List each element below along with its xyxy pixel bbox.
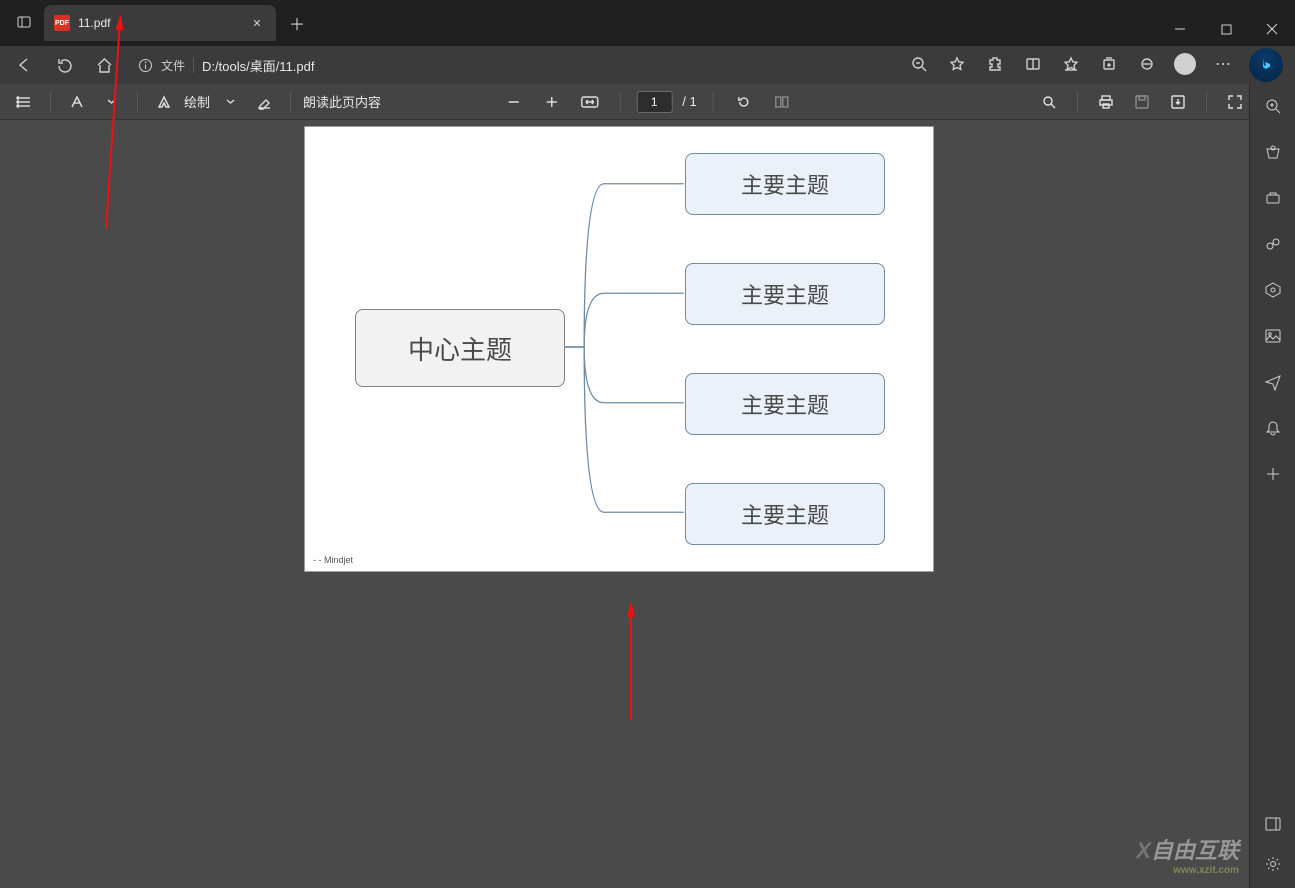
- separator: [50, 92, 51, 112]
- profile-button[interactable]: [1167, 48, 1203, 80]
- refresh-button[interactable]: [46, 49, 82, 81]
- maximize-button[interactable]: [1203, 12, 1249, 46]
- close-tab-button[interactable]: ✕: [248, 14, 266, 32]
- extensions-button[interactable]: [977, 48, 1013, 80]
- separator: [1077, 92, 1078, 112]
- zoom-indicator-icon[interactable]: [901, 48, 937, 80]
- side-settings-button[interactable]: [1261, 852, 1285, 876]
- favorites-list-button[interactable]: [1053, 48, 1089, 80]
- mindmap-center-node: 中心主题: [355, 309, 565, 387]
- separator: [193, 57, 194, 73]
- pdf-viewer[interactable]: 中心主题 主要主题 主要主题 主要主题 主要主题 - - Mindjet: [0, 120, 1249, 888]
- more-button[interactable]: ⋯: [1205, 48, 1241, 80]
- bing-icon: [1257, 56, 1275, 74]
- fit-width-button[interactable]: [575, 88, 603, 116]
- url-type-label: 文件: [161, 57, 185, 74]
- side-layout-button[interactable]: [1261, 812, 1285, 836]
- side-performance-button[interactable]: [1261, 278, 1285, 302]
- ie-mode-button[interactable]: [1129, 48, 1165, 80]
- fullscreen-button[interactable]: [1221, 88, 1249, 116]
- side-games-button[interactable]: [1261, 232, 1285, 256]
- mindmap-node: 主要主题: [685, 263, 885, 325]
- separator: [619, 92, 620, 112]
- url-path: D:/tools/桌面/11.pdf: [202, 56, 314, 75]
- print-button[interactable]: [1092, 88, 1120, 116]
- page-footer-caption: - - Mindjet: [313, 555, 353, 565]
- read-aloud-button[interactable]: 朗读此页内容: [303, 92, 381, 111]
- favorite-button[interactable]: [939, 48, 975, 80]
- highlight-dropdown[interactable]: [97, 88, 125, 116]
- bing-chat-button[interactable]: [1249, 48, 1283, 82]
- page-number-input[interactable]: [636, 91, 672, 113]
- back-button[interactable]: [6, 49, 42, 81]
- annotation-arrow: [616, 605, 646, 730]
- separator: [1206, 92, 1207, 112]
- highlight-button[interactable]: [63, 88, 91, 116]
- save-as-button[interactable]: [1164, 88, 1192, 116]
- mindmap-node: 主要主题: [685, 373, 885, 435]
- contents-button[interactable]: [10, 88, 38, 116]
- home-button[interactable]: [86, 49, 122, 81]
- address-bar[interactable]: 文件 D:/tools/桌面/11.pdf: [126, 50, 897, 80]
- zoom-out-button[interactable]: [499, 88, 527, 116]
- browser-tab[interactable]: PDF 11.pdf ✕: [44, 5, 276, 41]
- side-send-button[interactable]: [1261, 370, 1285, 394]
- side-notify-button[interactable]: [1261, 416, 1285, 440]
- save-button[interactable]: [1128, 88, 1156, 116]
- draw-dropdown[interactable]: [216, 88, 244, 116]
- tab-title: 11.pdf: [78, 16, 248, 30]
- mindmap-node: 主要主题: [685, 483, 885, 545]
- side-image-creator-button[interactable]: [1261, 324, 1285, 348]
- collections-button[interactable]: [1091, 48, 1127, 80]
- separator: [713, 92, 714, 112]
- new-tab-button[interactable]: ＋: [282, 8, 312, 38]
- pdf-page: 中心主题 主要主题 主要主题 主要主题 主要主题 - - Mindjet: [304, 126, 934, 572]
- side-add-button[interactable]: [1261, 462, 1285, 486]
- separator: [137, 92, 138, 112]
- info-icon: [138, 58, 153, 73]
- tab-actions-button[interactable]: [4, 2, 44, 42]
- close-window-button[interactable]: [1249, 12, 1295, 46]
- minimize-button[interactable]: [1157, 12, 1203, 46]
- pdf-file-icon: PDF: [54, 15, 70, 31]
- page-view-button[interactable]: [768, 88, 796, 116]
- watermark: X自由互联 www.xzit.com: [1136, 833, 1239, 876]
- draw-label: 绘制: [184, 92, 210, 111]
- split-screen-button[interactable]: [1015, 48, 1051, 80]
- side-shopping-button[interactable]: [1261, 140, 1285, 164]
- find-button[interactable]: [1035, 88, 1063, 116]
- page-total: / 1: [682, 94, 696, 109]
- erase-button[interactable]: [250, 88, 278, 116]
- side-tools-button[interactable]: [1261, 186, 1285, 210]
- separator: [290, 92, 291, 112]
- side-search-button[interactable]: [1261, 94, 1285, 118]
- mindmap-node: 主要主题: [685, 153, 885, 215]
- zoom-in-button[interactable]: [537, 88, 565, 116]
- rotate-button[interactable]: [730, 88, 758, 116]
- avatar-icon: [1174, 53, 1196, 75]
- draw-button[interactable]: [150, 88, 178, 116]
